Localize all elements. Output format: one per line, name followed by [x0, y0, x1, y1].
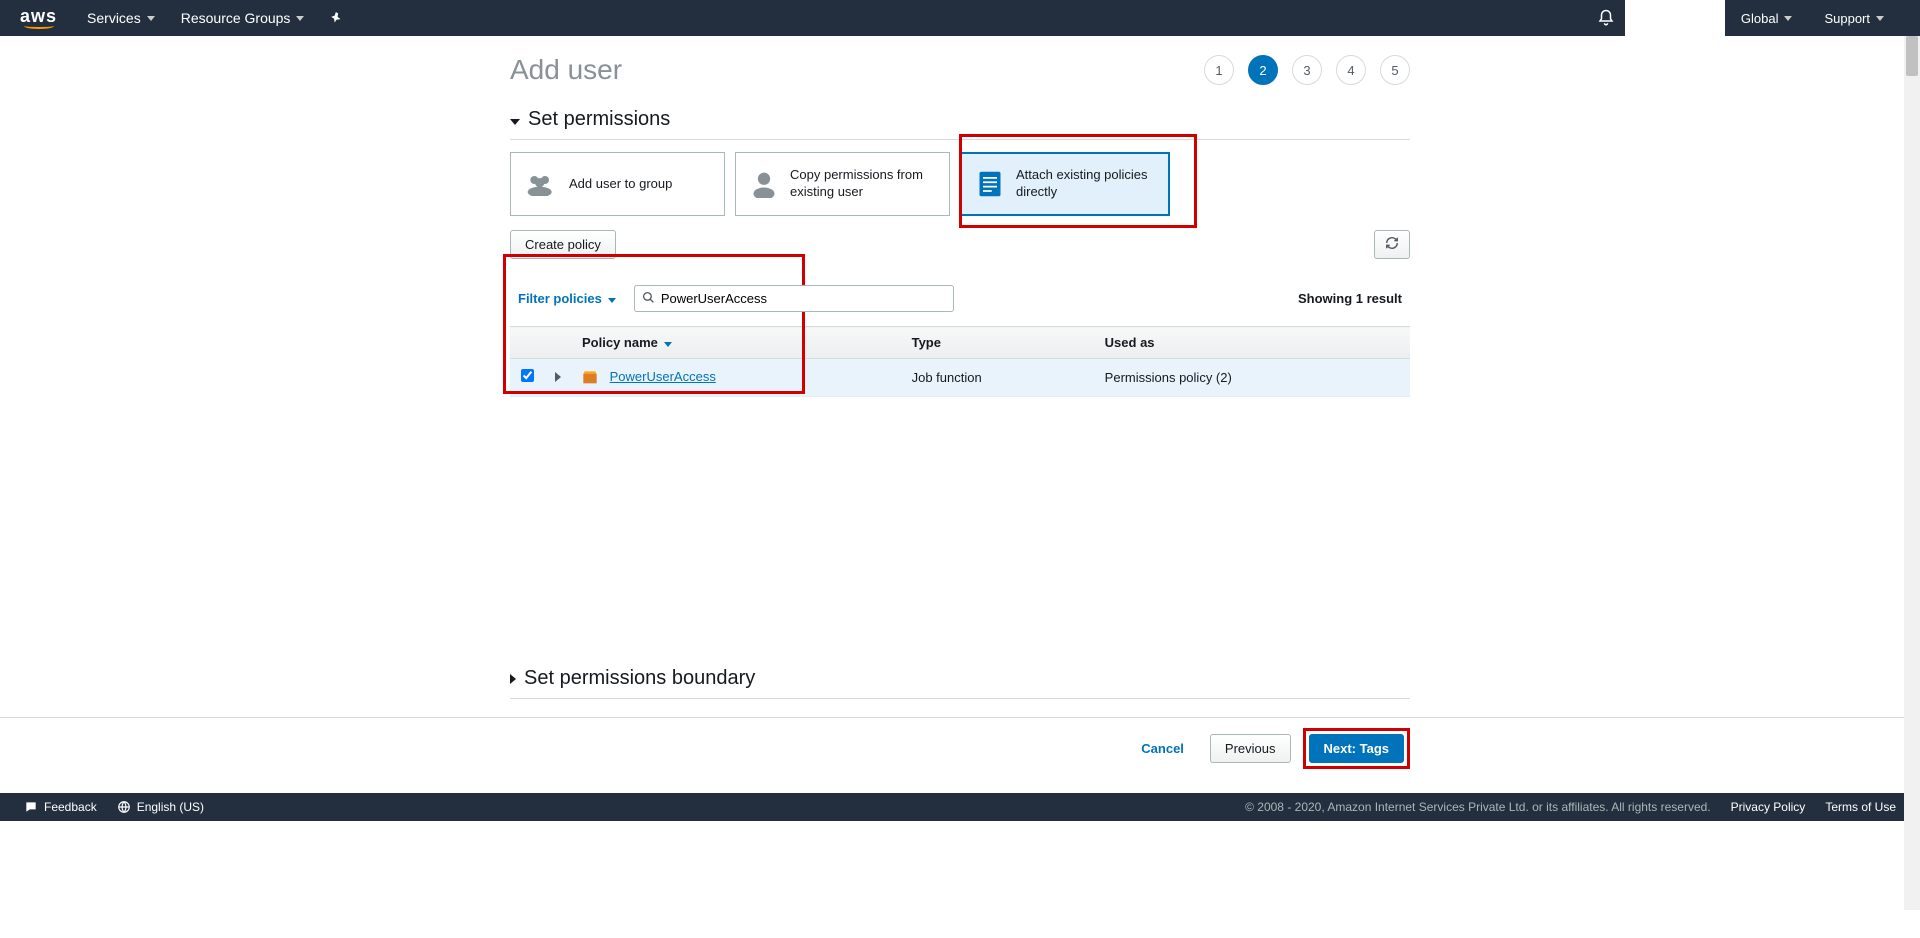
managed-policy-icon: [582, 370, 598, 386]
wizard-steps: 1 2 3 4 5: [1204, 55, 1410, 85]
privacy-link[interactable]: Privacy Policy: [1731, 800, 1806, 814]
col-expand: [544, 327, 572, 359]
step-5[interactable]: 5: [1380, 55, 1410, 85]
card-attach-policies-label: Attach existing policies directly: [1016, 167, 1154, 201]
col-policy-name[interactable]: Policy name: [572, 327, 902, 359]
language-selector[interactable]: English (US): [117, 800, 204, 814]
chevron-down-icon: [608, 291, 616, 306]
globe-icon: [117, 800, 131, 814]
refresh-button[interactable]: [1374, 230, 1410, 259]
permissions-boundary-label: Set permissions boundary: [524, 667, 755, 690]
col-used-as[interactable]: Used as: [1095, 327, 1410, 359]
step-4[interactable]: 4: [1336, 55, 1366, 85]
previous-button[interactable]: Previous: [1210, 734, 1291, 763]
permission-method-cards: Add user to group Copy permissions from …: [510, 152, 1410, 216]
search-wrap: [634, 285, 954, 312]
filter-policies-label: Filter policies: [518, 291, 602, 306]
aws-logo[interactable]: aws: [20, 7, 57, 29]
feedback-link[interactable]: Feedback: [24, 800, 97, 814]
col-policy-name-label: Policy name: [582, 335, 658, 350]
col-type[interactable]: Type: [902, 327, 1095, 359]
table-row[interactable]: PowerUserAccess Job function Permissions…: [510, 359, 1410, 397]
annotation-highlight-next: Next: Tags: [1303, 728, 1411, 769]
refresh-icon: [1385, 236, 1399, 250]
col-checkbox: [510, 327, 544, 359]
speech-bubble-icon: [24, 800, 38, 814]
row-type: Job function: [902, 359, 1095, 397]
policy-name-link[interactable]: PowerUserAccess: [610, 369, 716, 384]
step-3[interactable]: 3: [1292, 55, 1322, 85]
policy-doc-icon: [976, 168, 1004, 200]
collapse-icon: [510, 108, 520, 131]
user-icon: [750, 168, 778, 200]
set-permissions-header[interactable]: Set permissions: [510, 108, 1410, 131]
group-icon: [525, 168, 557, 200]
pin-icon[interactable]: [330, 11, 344, 25]
aws-smile-icon: [24, 23, 54, 29]
step-2[interactable]: 2: [1248, 55, 1278, 85]
card-attach-policies[interactable]: Attach existing policies directly: [960, 152, 1170, 216]
card-copy-permissions[interactable]: Copy permissions from existing user: [735, 152, 950, 216]
row-used-as: Permissions policy (2): [1095, 359, 1410, 397]
sort-icon: [658, 335, 672, 350]
create-policy-button[interactable]: Create policy: [510, 230, 616, 259]
search-icon: [642, 291, 655, 307]
terms-link[interactable]: Terms of Use: [1825, 800, 1896, 814]
row-checkbox[interactable]: [521, 369, 534, 382]
scrollbar-thumb[interactable]: [1906, 36, 1918, 76]
expand-row-icon[interactable]: [555, 370, 561, 385]
permissions-boundary-header[interactable]: Set permissions boundary: [510, 667, 1410, 690]
set-permissions-label: Set permissions: [528, 108, 670, 131]
nav-region-label: Global: [1741, 11, 1779, 26]
page-title: Add user: [510, 54, 622, 86]
nav-services-label: Services: [87, 10, 141, 26]
nav-services[interactable]: Services: [87, 10, 155, 26]
feedback-label: Feedback: [44, 800, 97, 814]
filter-policies-link[interactable]: Filter policies: [518, 291, 616, 306]
nav-region[interactable]: Global: [1725, 0, 1809, 36]
next-button[interactable]: Next: Tags: [1309, 734, 1405, 763]
policies-table: Policy name Type Used as PowerUserAccess…: [510, 326, 1410, 397]
card-copy-permissions-label: Copy permissions from existing user: [790, 167, 935, 201]
top-nav: aws Services Resource Groups Global Supp…: [0, 0, 1920, 36]
expand-icon: [510, 667, 516, 690]
global-footer: Feedback English (US) © 2008 - 2020, Ama…: [0, 793, 1920, 821]
nav-resource-groups-label: Resource Groups: [181, 10, 291, 26]
cancel-button[interactable]: Cancel: [1127, 735, 1198, 762]
card-add-to-group[interactable]: Add user to group: [510, 152, 725, 216]
nav-support-label: Support: [1824, 11, 1870, 26]
nav-resource-groups[interactable]: Resource Groups: [181, 10, 305, 26]
nav-support[interactable]: Support: [1808, 0, 1900, 36]
divider: [510, 698, 1410, 699]
wizard-footer: Cancel Previous Next: Tags: [0, 717, 1920, 793]
vertical-scrollbar[interactable]: [1904, 36, 1920, 910]
main-content: Add user 1 2 3 4 5 Set permissions Add u…: [510, 36, 1410, 699]
policy-search-input[interactable]: [634, 285, 954, 312]
notifications-icon[interactable]: [1597, 9, 1615, 27]
language-label: English (US): [137, 800, 204, 814]
copyright-text: © 2008 - 2020, Amazon Internet Services …: [1245, 800, 1711, 814]
account-menu-placeholder[interactable]: [1625, 0, 1725, 36]
step-1[interactable]: 1: [1204, 55, 1234, 85]
result-count: Showing 1 result: [1298, 291, 1402, 306]
divider: [510, 139, 1410, 140]
card-add-to-group-label: Add user to group: [569, 176, 672, 193]
